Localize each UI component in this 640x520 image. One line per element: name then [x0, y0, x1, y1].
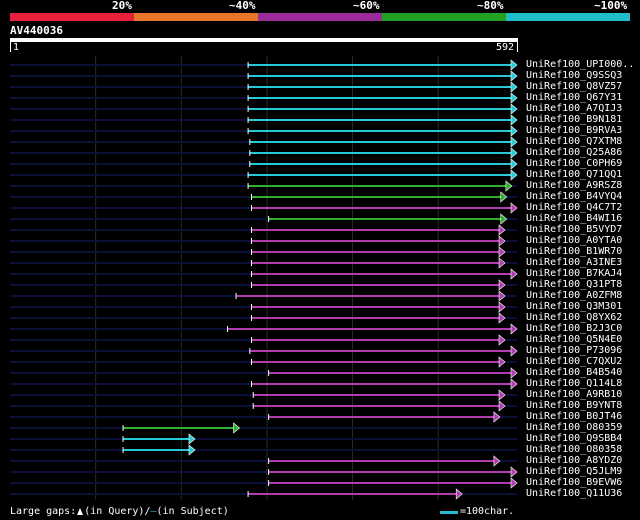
hit-arrow-icon: [510, 169, 518, 181]
hit-label-link[interactable]: UniRef100_A9RSZ8: [526, 180, 622, 191]
hit-label-link[interactable]: UniRef100_Q67Y31: [526, 92, 622, 103]
hit-label-link[interactable]: UniRef100_A3INE3: [526, 257, 622, 268]
hit-arrow-icon: [188, 444, 196, 456]
hit-label-link[interactable]: UniRef100_A9RB10: [526, 389, 622, 400]
hit-arrow-icon: [498, 400, 506, 412]
hit-arrow-icon: [510, 323, 518, 335]
hit-arrow-icon: [498, 334, 506, 346]
hit-label-link[interactable]: UniRef100_B2J3C0: [526, 323, 622, 334]
hit-label-link[interactable]: UniRef100_A0ZFM8: [526, 290, 622, 301]
hit-arrow-icon: [510, 466, 518, 478]
hit-arrow-icon: [233, 422, 240, 434]
hit-label-link[interactable]: UniRef100_B9EVW6: [526, 477, 622, 488]
hit-arrow-icon: [510, 125, 518, 137]
hit-arrow-icon: [500, 213, 508, 225]
hit-label-link[interactable]: UniRef100_Q4C7T2: [526, 202, 622, 213]
hit-label-link[interactable]: UniRef100_B1WR70: [526, 246, 622, 257]
hit-arrow-icon: [498, 257, 506, 269]
hit-arrow-icon: [510, 158, 518, 170]
hit-arrow-icon: [498, 312, 506, 324]
hit-label-link[interactable]: UniRef100_Q114L8: [526, 378, 622, 389]
hit-arrow-icon: [498, 389, 506, 401]
hit-arrow-icon: [498, 279, 506, 291]
hit-arrow-icon: [500, 191, 508, 203]
hit-arrow-icon: [510, 81, 518, 93]
gaps-query-label: (in Query): [84, 506, 145, 517]
hit-label-link[interactable]: UniRef100_B4VYQ4: [526, 191, 622, 202]
hit-label-link[interactable]: UniRef100_Q11U36: [526, 488, 622, 499]
hit-arrow-icon: [498, 224, 506, 236]
hit-arrow-icon: [510, 114, 518, 126]
hit-label-link[interactable]: UniRef100_Q31PT8: [526, 279, 622, 290]
gaps-prefix: Large gaps:: [10, 506, 77, 517]
hit-label-link[interactable]: UniRef100_B7KAJ4: [526, 268, 622, 279]
query-gap-icon: [77, 508, 84, 515]
hit-label-link[interactable]: UniRef100_Q7XTM8: [526, 136, 622, 147]
hit-label-link[interactable]: UniRef100_O80359: [526, 422, 622, 433]
hit-arrow-icon: [498, 246, 506, 258]
hit-label-link[interactable]: UniRef100_B4WI16: [526, 213, 622, 224]
hit-label-link[interactable]: UniRef100_C0PH69: [526, 158, 622, 169]
hit-arrow-icon: [510, 345, 518, 357]
hit-arrow-icon: [510, 477, 518, 489]
hit-label-link[interactable]: UniRef100_Q8YX62: [526, 312, 622, 323]
hit-arrow-icon: [510, 70, 518, 82]
hit-label-link[interactable]: UniRef100_Q3M301: [526, 301, 622, 312]
hit-arrow-icon: [505, 180, 513, 192]
hit-label-link[interactable]: UniRef100_P73096: [526, 345, 622, 356]
gaps-subject-label: (in Subject): [156, 506, 229, 517]
hit-label-link[interactable]: UniRef100_B9N181: [526, 114, 622, 125]
hit-label-link[interactable]: UniRef100_B9YNT8: [526, 400, 622, 411]
hit-label-link[interactable]: UniRef100_B5VYD7: [526, 224, 622, 235]
hit-label-link[interactable]: UniRef100_B4B540: [526, 367, 622, 378]
hit-label-link[interactable]: UniRef100_A8YDZ0: [526, 455, 622, 466]
hit-arrow-icon: [498, 290, 506, 302]
hit-arrow-icon: [510, 92, 518, 104]
hit-arrow-icon: [510, 103, 518, 115]
hit-arrow-icon: [510, 268, 518, 280]
hit-label-link[interactable]: UniRef100_Q5JLM9: [526, 466, 622, 477]
scale-legend: =100char.: [440, 506, 514, 518]
hit-label-link[interactable]: UniRef100_Q8VZ57: [526, 81, 622, 92]
hit-arrow-icon: [510, 202, 518, 214]
hit-arrow-icon: [498, 301, 506, 313]
hit-label-link[interactable]: UniRef100_A0YTA0: [526, 235, 622, 246]
hit-arrow-icon: [498, 235, 506, 247]
scale-swatch: [440, 510, 458, 514]
hit-label-link[interactable]: UniRef100_Q9SSQ3: [526, 70, 622, 81]
hit-arrow-icon: [510, 147, 518, 159]
hit-label-link[interactable]: UniRef100_B0JT46: [526, 411, 622, 422]
hit-arrow-icon: [510, 59, 518, 71]
hit-label-link[interactable]: UniRef100_C7QXU2: [526, 356, 622, 367]
hit-arrow-icon: [510, 378, 518, 390]
gaps-legend: Large gaps: (in Query)/–(in Subject): [10, 506, 229, 518]
hit-label-link[interactable]: UniRef100_A7QIJ3: [526, 103, 622, 114]
hit-label-link[interactable]: UniRef100_UPI000..: [526, 59, 634, 70]
hit-label-link[interactable]: UniRef100_Q5N4E0: [526, 334, 622, 345]
hit-arrow-icon: [493, 455, 501, 467]
hit-label-link[interactable]: UniRef100_Q25A86: [526, 147, 622, 158]
hit-label-link[interactable]: UniRef100_Q9SBB4: [526, 433, 622, 444]
hit-arrow-icon: [188, 433, 196, 445]
hit-arrow-icon: [455, 488, 463, 500]
hit-arrow-icon: [498, 356, 506, 368]
hit-label-link[interactable]: UniRef100_B9RVA3: [526, 125, 622, 136]
hit-label-link[interactable]: UniRef100_O80358: [526, 444, 622, 455]
hit-arrow-icon: [493, 411, 501, 423]
hit-arrow-icon: [510, 367, 518, 379]
scale-label: =100char.: [460, 506, 515, 517]
hit-label-link[interactable]: UniRef100_Q71QQ1: [526, 169, 622, 180]
hit-arrow-icon: [510, 136, 518, 148]
